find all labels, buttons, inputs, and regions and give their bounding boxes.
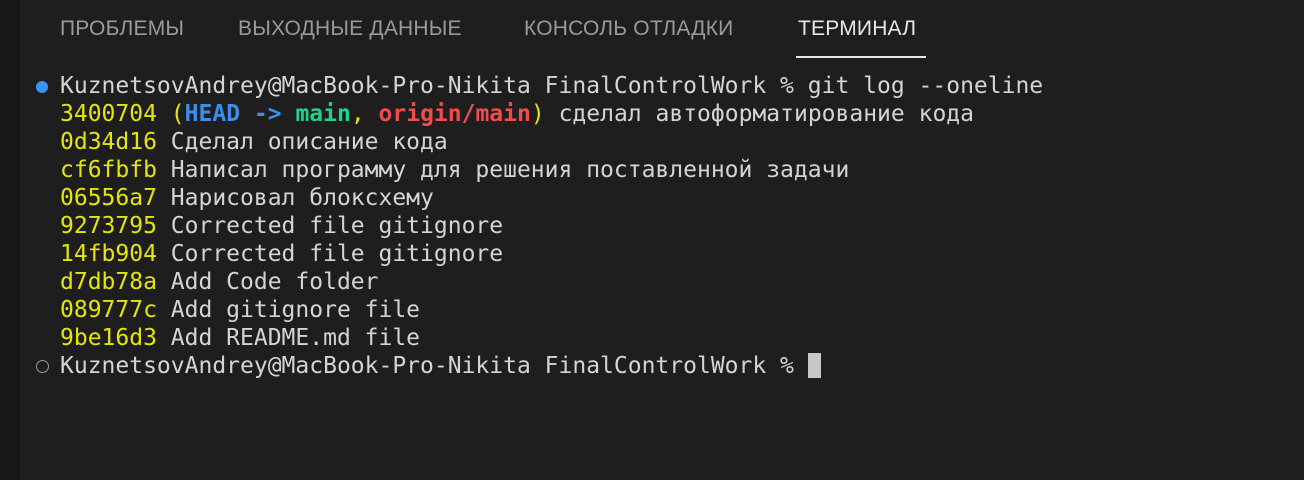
commit-message: Corrected file gitignore <box>156 213 504 239</box>
log-entry: 06556a7 Нарисовал блоксхему <box>60 184 434 212</box>
log-entry: d7db78a Add Code folder <box>60 268 379 296</box>
activity-bar-edge <box>0 0 20 480</box>
active-tab-indicator <box>796 56 926 58</box>
prompt-text: KuznetsovAndrey@MacBook-Pro-Nikita Final… <box>60 353 808 379</box>
paren-open: ( <box>170 101 185 127</box>
commit-hash: 089777c <box>60 297 157 323</box>
command-success-decoration-icon[interactable] <box>36 81 48 93</box>
log-entry: 9273795 Corrected file gitignore <box>60 212 503 240</box>
log-entry: 14fb904 Corrected file gitignore <box>60 240 503 268</box>
commit-hash: d7db78a <box>60 269 157 295</box>
commit-hash: 9273795 <box>60 213 157 239</box>
tab-terminal[interactable]: ТЕРМИНАЛ <box>798 17 916 41</box>
commit-message: Corrected file gitignore <box>156 241 504 267</box>
terminal-output[interactable]: KuznetsovAndrey@MacBook-Pro-Nikita Final… <box>20 72 1304 480</box>
tab-output[interactable]: ВЫХОДНЫЕ ДАННЫЕ <box>238 17 462 41</box>
commit-hash: 9be16d3 <box>60 325 157 351</box>
commit-hash: cf6fbfb <box>60 157 157 183</box>
commit-message: Сделал описание кода <box>156 129 448 155</box>
commit-message: Нарисовал блоксхему <box>156 185 434 211</box>
prompt-line: KuznetsovAndrey@MacBook-Pro-Nikita Final… <box>60 352 821 380</box>
commit-message: Написал программу для решения поставленн… <box>156 157 850 183</box>
branch-main: main <box>295 101 351 127</box>
commit-hash: 3400704 <box>60 101 157 127</box>
commit-hash: 0d34d16 <box>60 129 157 155</box>
command-pending-decoration-icon[interactable] <box>36 360 49 373</box>
ref-separator: , <box>350 101 379 127</box>
terminal-cursor <box>807 353 821 378</box>
panel-tabs: ПРОБЛЕМЫ ВЫХОДНЫЕ ДАННЫЕ КОНСОЛЬ ОТЛАДКИ… <box>20 0 1304 64</box>
log-entry-head: 3400704 (HEAD -> main, origin/main) сдел… <box>60 100 974 128</box>
branch-origin-main: origin/main <box>378 101 531 127</box>
log-entry: 9be16d3 Add README.md file <box>60 324 420 352</box>
commit-hash: 14fb904 <box>60 241 157 267</box>
commit-message: Add gitignore file <box>156 297 421 323</box>
head-ref: HEAD -> <box>184 101 296 127</box>
commit-message: Add Code folder <box>156 269 379 295</box>
commit-message: Add README.md file <box>156 325 421 351</box>
tab-debug-console[interactable]: КОНСОЛЬ ОТЛАДКИ <box>524 17 733 41</box>
tab-problems[interactable]: ПРОБЛЕМЫ <box>60 17 184 41</box>
commit-message: сделал автоформатирование кода <box>544 101 974 127</box>
log-entry: 0d34d16 Сделал описание кода <box>60 128 448 156</box>
paren-close: ) <box>530 101 545 127</box>
command-line: KuznetsovAndrey@MacBook-Pro-Nikita Final… <box>60 73 1044 99</box>
log-entry: cf6fbfb Написал программу для решения по… <box>60 156 849 184</box>
commit-hash: 06556a7 <box>60 185 157 211</box>
terminal-panel: ПРОБЛЕМЫ ВЫХОДНЫЕ ДАННЫЕ КОНСОЛЬ ОТЛАДКИ… <box>0 0 1304 480</box>
log-entry: 089777c Add gitignore file <box>60 296 420 324</box>
